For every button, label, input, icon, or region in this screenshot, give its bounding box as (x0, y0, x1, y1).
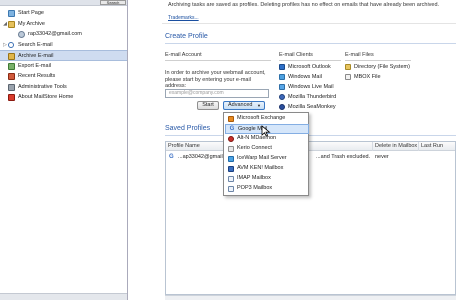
sidebar-item-archive-email[interactable]: Archive E-mail (0, 50, 127, 61)
saved-profiles-table: Profile Name Delete in Mailbox Last Run … (165, 141, 456, 295)
email-files-header: E-mail Files (345, 52, 374, 58)
menu-item-icewarp[interactable]: IceWarp Mail Server (225, 154, 309, 164)
mdaemon-icon (228, 136, 234, 142)
table-header: Profile Name Delete in Mailbox Last Run (166, 142, 455, 151)
sidebar-item-account[interactable]: rap33042@gmail.com (0, 29, 127, 40)
mailbox-icon (228, 186, 234, 192)
sidebar-item-label: Start Page (18, 10, 44, 16)
google-icon: G (229, 126, 235, 132)
email-account-header: E-mail Account (165, 52, 202, 58)
sidebar-item-label: rap33042@gmail.com (28, 31, 82, 37)
icewarp-icon (228, 156, 234, 162)
section-divider (165, 43, 456, 44)
sidebar-item-start-page[interactable]: Start Page (0, 8, 127, 19)
sidebar-item-export-email[interactable]: Export E-mail (0, 61, 127, 72)
column-divider (345, 60, 411, 61)
profile-details-cell: ...and Trash excluded. (316, 154, 371, 160)
sidebar-search-button[interactable]: Search (100, 0, 126, 5)
advanced-button-label: Advanced (228, 102, 253, 108)
email-account-description: In order to archive your webmail account… (165, 70, 266, 89)
sidebar-item-label: Search E-mail (18, 41, 53, 48)
sidebar-item-label: Recent Results (18, 73, 56, 79)
menu-item-imap-mailbox[interactable]: IMAP Mailbox (225, 174, 309, 184)
seamonkey-icon (279, 104, 285, 110)
saved-profiles-title: Saved Profiles (165, 125, 211, 132)
info-text: Archiving tasks are saved as profiles. D… (168, 2, 440, 8)
folder-icon (345, 64, 351, 70)
sidebar-footer (0, 293, 127, 300)
sidebar-item-label: Export E-mail (18, 62, 52, 69)
section-divider (165, 135, 456, 136)
avm-icon (228, 166, 234, 172)
windows-live-mail-icon (279, 84, 285, 90)
start-button[interactable]: Start (197, 101, 219, 110)
sidebar-item-about[interactable]: About MailStore Home (0, 92, 127, 103)
kerio-icon (228, 146, 234, 152)
column-header-delete-in-mailbox[interactable]: Delete in Mailbox (373, 142, 419, 151)
navigation-sidebar: Search Start Page ◢ My Archive rap33042@… (0, 0, 128, 300)
sidebar-item-label: Administrative Tools (18, 83, 67, 90)
navigation-tree: Start Page ◢ My Archive rap33042@gmail.c… (0, 8, 127, 103)
advanced-dropdown-button[interactable]: Advanced ▼ (223, 101, 265, 110)
menu-item-microsoft-exchange[interactable]: Microsoft Exchange (225, 114, 309, 124)
archive-icon (8, 53, 15, 60)
recent-results-icon (8, 73, 15, 80)
trademarks-link[interactable]: Trademarks... (168, 15, 199, 21)
menu-item-pop3-mailbox[interactable]: POP3 Mailbox (225, 184, 309, 194)
home-icon (8, 10, 15, 17)
outlook-icon (279, 64, 285, 70)
info-panel: Archiving tasks are saved as profiles. D… (162, 0, 456, 24)
sidebar-item-recent-results[interactable]: Recent Results (0, 71, 127, 82)
mailbox-icon (228, 176, 234, 182)
tools-icon (8, 83, 15, 91)
sidebar-item-administrative-tools[interactable]: Administrative Tools (0, 82, 127, 93)
menu-item-avm-ken[interactable]: AVM KEN! Mailbox (225, 164, 309, 174)
email-address-input[interactable]: example@company.com (165, 89, 269, 98)
sidebar-item-search-email[interactable]: ▷ Search E-mail (0, 40, 127, 51)
windows-mail-icon (279, 74, 285, 80)
mouse-cursor-icon (261, 125, 271, 137)
mailstore-logo-icon (8, 94, 15, 101)
column-divider (279, 60, 341, 61)
thunderbird-icon (279, 94, 285, 100)
chevron-down-icon: ▼ (257, 103, 261, 108)
column-header-last-run[interactable]: Last Run (419, 142, 456, 151)
exchange-icon (228, 116, 234, 122)
sidebar-item-label: About MailStore Home (18, 94, 74, 100)
google-icon: G (169, 154, 174, 160)
sidebar-item-my-archive[interactable]: ◢ My Archive (0, 19, 127, 30)
archive-folder-icon (8, 20, 15, 28)
sidebar-item-label: My Archive (18, 20, 45, 27)
horizontal-scrollbar[interactable] (165, 295, 456, 300)
delete-in-mailbox-cell: never (375, 154, 389, 160)
search-icon (8, 41, 14, 48)
file-icon (345, 74, 351, 80)
email-clients-header: E-mail Clients (279, 52, 313, 58)
column-divider (165, 60, 271, 61)
create-profile-title: Create Profile (165, 33, 208, 40)
export-icon (8, 62, 15, 70)
table-row[interactable]: G ...ap33042@gmail.co ...and Trash exclu… (166, 152, 455, 162)
user-icon (18, 31, 25, 38)
menu-item-kerio-connect[interactable]: Kerio Connect (225, 144, 309, 154)
